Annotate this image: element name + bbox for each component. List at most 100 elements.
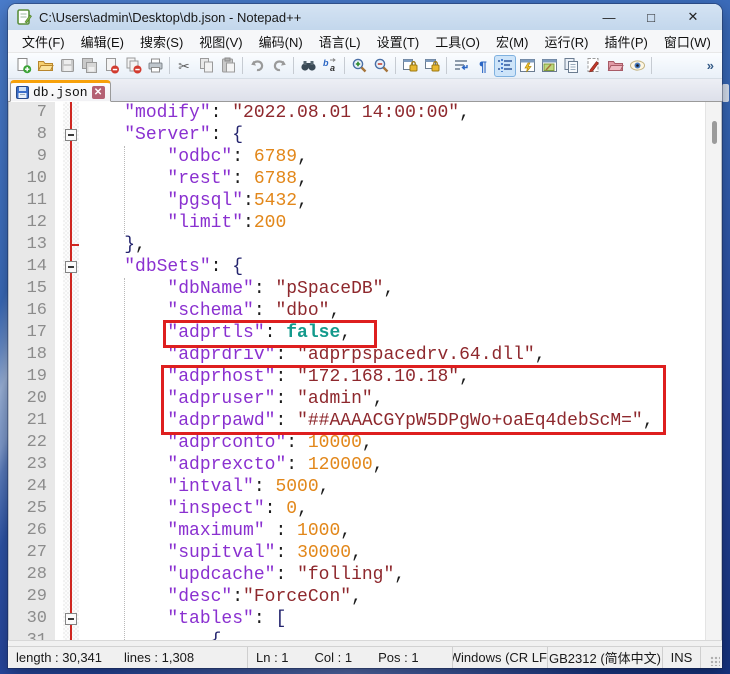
bookmark-margin[interactable]: [55, 102, 63, 640]
zoom-out-button[interactable]: [370, 55, 392, 77]
code-line[interactable]: "adprtls": false,: [81, 322, 705, 344]
save-button[interactable]: [56, 55, 78, 77]
document-switcher-button[interactable]: [560, 55, 582, 77]
cut-button[interactable]: ✂: [173, 55, 195, 77]
line-number[interactable]: 14: [9, 256, 47, 278]
code-line[interactable]: "adprexcto": 120000,: [81, 454, 705, 476]
close-button[interactable]: ✕: [672, 5, 714, 29]
code-line[interactable]: "pgsql":5432,: [81, 190, 705, 212]
line-number[interactable]: 21: [9, 410, 47, 432]
menu-search[interactable]: 搜索(S): [132, 30, 191, 53]
line-number[interactable]: 31: [9, 630, 47, 640]
code-view[interactable]: "modify": "2022.08.01 14:00:00", "Server…: [79, 102, 705, 640]
menu-encoding[interactable]: 编码(N): [251, 30, 311, 53]
code-line[interactable]: "limit":200: [81, 212, 705, 234]
code-line[interactable]: "updcache": "folling",: [81, 564, 705, 586]
line-number[interactable]: 22: [9, 432, 47, 454]
document-map-button[interactable]: [538, 55, 560, 77]
line-number-gutter[interactable]: 7891011121314151617181920212223242526272…: [9, 102, 55, 640]
menu-plugins[interactable]: 插件(P): [597, 30, 656, 53]
line-number[interactable]: 7: [9, 102, 47, 124]
line-number[interactable]: 17: [9, 322, 47, 344]
word-wrap-button[interactable]: [450, 55, 472, 77]
show-all-characters-button[interactable]: ¶: [472, 55, 494, 77]
menu-file[interactable]: 文件(F): [14, 30, 73, 53]
editor-area[interactable]: 7891011121314151617181920212223242526272…: [8, 102, 722, 640]
show-indent-guide-button[interactable]: [494, 55, 516, 77]
paste-button[interactable]: [217, 55, 239, 77]
copy-button[interactable]: [195, 55, 217, 77]
line-number[interactable]: 25: [9, 498, 47, 520]
menu-tools[interactable]: 工具(O): [427, 30, 488, 53]
print-button[interactable]: [144, 55, 166, 77]
code-line[interactable]: "modify": "2022.08.01 14:00:00",: [81, 102, 705, 124]
line-number[interactable]: 13: [9, 234, 47, 256]
code-line[interactable]: "tables": [: [81, 608, 705, 630]
code-line[interactable]: "Server": {: [81, 124, 705, 146]
fold-margin[interactable]: [63, 102, 79, 640]
folder-as-workspace-button[interactable]: [604, 55, 626, 77]
macro-edit-button[interactable]: [582, 55, 604, 77]
line-number[interactable]: 12: [9, 212, 47, 234]
save-all-button[interactable]: [78, 55, 100, 77]
menu-window[interactable]: 窗口(W): [656, 30, 719, 53]
line-number[interactable]: 20: [9, 388, 47, 410]
close-all-button[interactable]: [122, 55, 144, 77]
line-number[interactable]: 30: [9, 608, 47, 630]
fold-collapse-icon[interactable]: [65, 613, 77, 625]
menu-settings[interactable]: 设置(T): [369, 30, 428, 53]
menu-view[interactable]: 视图(V): [191, 30, 250, 53]
code-line[interactable]: "dbName": "pSpaceDB",: [81, 278, 705, 300]
code-line[interactable]: "adprdriv": "adprpspacedrv.64.dll",: [81, 344, 705, 366]
function-list-button[interactable]: [516, 55, 538, 77]
code-line[interactable]: "inspect": 0,: [81, 498, 705, 520]
code-line[interactable]: "schema": "dbo",: [81, 300, 705, 322]
code-line[interactable]: "desc":"ForceCon",: [81, 586, 705, 608]
redo-button[interactable]: [268, 55, 290, 77]
undo-button[interactable]: [246, 55, 268, 77]
line-number[interactable]: 19: [9, 366, 47, 388]
maximize-button[interactable]: □: [630, 5, 672, 29]
line-number[interactable]: 26: [9, 520, 47, 542]
line-number[interactable]: 15: [9, 278, 47, 300]
status-eol-format[interactable]: Windows (CR LF): [453, 647, 548, 668]
desktop-shortcut-icon[interactable]: [722, 84, 729, 102]
close-file-button[interactable]: [100, 55, 122, 77]
vertical-scrollbar[interactable]: [705, 102, 721, 640]
sync-horizontal-scroll-button[interactable]: [421, 55, 443, 77]
code-line[interactable]: {: [81, 630, 705, 640]
vertical-scrollbar-thumb[interactable]: [712, 121, 717, 144]
line-number[interactable]: 18: [9, 344, 47, 366]
new-file-button[interactable]: [12, 55, 34, 77]
code-line[interactable]: "supitval": 30000,: [81, 542, 705, 564]
minimize-button[interactable]: —: [588, 5, 630, 29]
menu-language[interactable]: 语言(L): [311, 30, 369, 53]
line-number[interactable]: 23: [9, 454, 47, 476]
line-number[interactable]: 9: [9, 146, 47, 168]
line-number[interactable]: 28: [9, 564, 47, 586]
tab-db-json[interactable]: db.json ✕: [10, 80, 111, 102]
toolbar-overflow-chevron[interactable]: »: [707, 58, 714, 73]
code-line[interactable]: "intval": 5000,: [81, 476, 705, 498]
code-line[interactable]: "adprconto": 10000,: [81, 432, 705, 454]
line-number[interactable]: 29: [9, 586, 47, 608]
zoom-in-button[interactable]: [348, 55, 370, 77]
line-number[interactable]: 8: [9, 124, 47, 146]
code-line[interactable]: "maximum" : 1000,: [81, 520, 705, 542]
code-line[interactable]: "odbc": 6789,: [81, 146, 705, 168]
code-line[interactable]: "adprpawd": "##AAAACGYpW5DPgWo+oaEq4debS…: [81, 410, 705, 432]
line-number[interactable]: 16: [9, 300, 47, 322]
line-number[interactable]: 24: [9, 476, 47, 498]
line-number[interactable]: 27: [9, 542, 47, 564]
sync-vertical-scroll-button[interactable]: [399, 55, 421, 77]
menu-macro[interactable]: 宏(M): [488, 30, 537, 53]
code-line[interactable]: "adprhost": "172.168.10.18",: [81, 366, 705, 388]
line-number[interactable]: 11: [9, 190, 47, 212]
view-eye-button[interactable]: [626, 55, 648, 77]
open-file-button[interactable]: [34, 55, 56, 77]
menu-run[interactable]: 运行(R): [536, 30, 596, 53]
code-line[interactable]: "rest": 6788,: [81, 168, 705, 190]
replace-button[interactable]: ba: [319, 55, 341, 77]
code-line[interactable]: },: [81, 234, 705, 256]
line-number[interactable]: 10: [9, 168, 47, 190]
